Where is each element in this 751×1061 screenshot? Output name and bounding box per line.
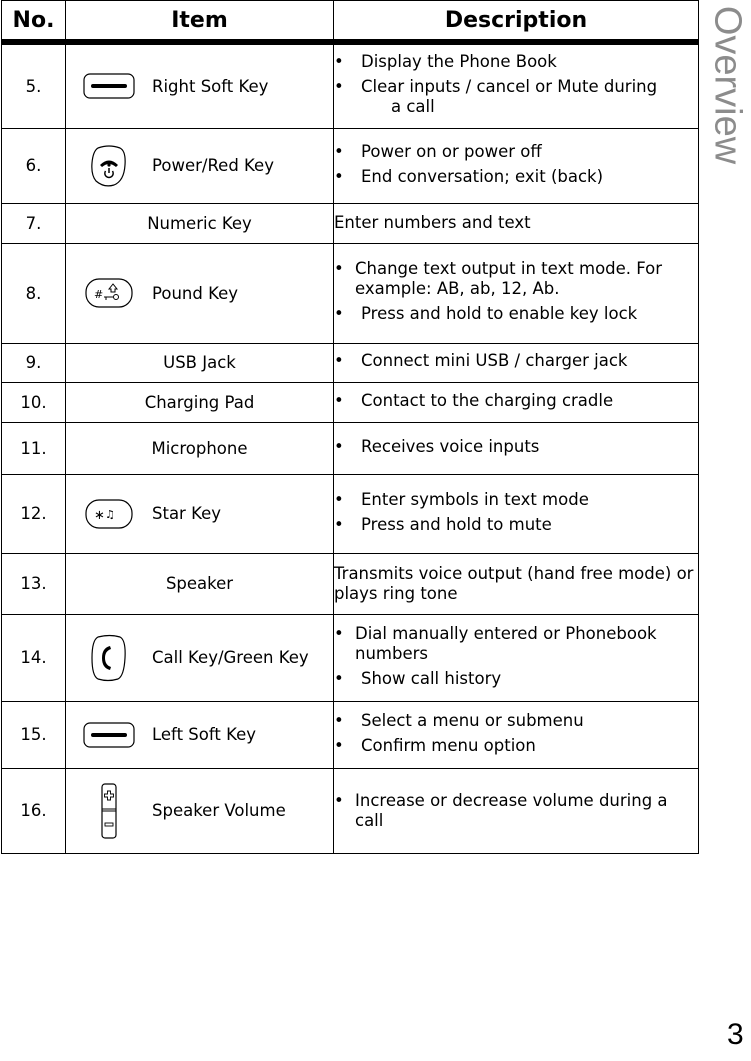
item-name: Star Key bbox=[152, 504, 221, 523]
row-number: 8. bbox=[1, 242, 66, 344]
description-bullet: Power on or power off bbox=[334, 142, 698, 162]
item-name: Call Key/Green Key bbox=[152, 648, 309, 667]
row-number: 11. bbox=[1, 421, 66, 475]
power-end-key-icon bbox=[66, 144, 152, 187]
section-tab: Overview bbox=[703, 2, 751, 167]
row-number: 12. bbox=[1, 473, 66, 554]
description-bullet: End conversation; exit (back) bbox=[334, 167, 698, 187]
header-item: Item bbox=[65, 0, 334, 45]
row-number: 5. bbox=[1, 41, 66, 129]
table-row: 8. # Pound Key Change text output in tex… bbox=[1, 242, 699, 344]
svg-text:♫: ♫ bbox=[105, 508, 115, 521]
row-number: 16. bbox=[1, 767, 66, 854]
header-description: Description bbox=[333, 0, 699, 45]
description-text: Transmits voice output (hand free mode) … bbox=[333, 552, 699, 615]
description-bullet: Clear inputs / cancel or Mute duringa ca… bbox=[334, 77, 698, 117]
svg-text:∗: ∗ bbox=[94, 508, 105, 523]
soft-key-icon bbox=[66, 73, 152, 99]
section-tab-label: Overview bbox=[706, 5, 749, 164]
description-bullet: Contact to the charging cradle bbox=[334, 391, 698, 411]
item-name: Numeric Key bbox=[65, 202, 334, 244]
table-row: 6. Power/Red Key Power on or power off E… bbox=[1, 127, 699, 204]
pound-key-icon: # bbox=[66, 278, 152, 308]
row-number: 7. bbox=[1, 202, 66, 244]
item-name: Speaker Volume bbox=[152, 801, 286, 820]
item-name: Pound Key bbox=[152, 283, 239, 303]
star-key-icon: ∗ ♫ bbox=[66, 498, 152, 529]
table-row: 16. Speaker Volume Increase or decrease … bbox=[1, 767, 699, 854]
item-name: Power/Red Key bbox=[152, 156, 274, 175]
table-row: 14. Call Key/Green Key Dial manually ent… bbox=[1, 613, 699, 702]
table-row: 10. Charging Pad Contact to the charging… bbox=[1, 381, 699, 423]
table-row: 11. Microphone Receives voice inputs bbox=[1, 421, 699, 475]
page-number: 3 bbox=[727, 1018, 744, 1051]
table-header-row: No. Item Description bbox=[1, 0, 699, 45]
keys-table: No. Item Description 5. Right Soft Key D… bbox=[1, 0, 699, 854]
description-bullet: Enter symbols in text mode bbox=[334, 490, 698, 510]
table-row: 5. Right Soft Key Display the Phone Book… bbox=[1, 41, 699, 129]
description-bullet: Connect mini USB / charger jack bbox=[334, 351, 698, 371]
description-bullet: Change text output in text mode. For exa… bbox=[334, 259, 698, 299]
row-number: 13. bbox=[1, 552, 66, 615]
item-name: USB Jack bbox=[65, 342, 334, 383]
soft-key-icon bbox=[66, 721, 152, 748]
row-number: 14. bbox=[1, 613, 66, 702]
description-bullet: Show call history bbox=[334, 669, 698, 689]
table-row: 9. USB Jack Connect mini USB / charger j… bbox=[1, 342, 699, 383]
item-name: Left Soft Key bbox=[152, 725, 257, 744]
item-name: Speaker bbox=[65, 552, 334, 615]
svg-text:#: # bbox=[94, 288, 103, 301]
volume-key-icon bbox=[66, 782, 152, 839]
table-row: 7. Numeric Key Enter numbers and text bbox=[1, 202, 699, 244]
item-name: Right Soft Key bbox=[152, 76, 269, 96]
header-no: No. bbox=[1, 0, 66, 45]
table-row: 12. ∗♫ Star Key Enter symbols in text mo… bbox=[1, 473, 699, 554]
row-number: 10. bbox=[1, 381, 66, 423]
description-bullet: Display the Phone Book bbox=[334, 52, 698, 72]
item-name: Charging Pad bbox=[65, 381, 334, 423]
description-bullet: Dial manually entered or Phonebook numbe… bbox=[334, 624, 698, 664]
description-text: Enter numbers and text bbox=[333, 202, 699, 244]
row-number: 9. bbox=[1, 342, 66, 383]
description-bullet: Receives voice inputs bbox=[334, 437, 698, 457]
description-bullet: Press and hold to mute bbox=[334, 515, 698, 535]
description-bullet: Increase or decrease volume during a cal… bbox=[334, 791, 698, 831]
description-bullet: Select a menu or submenu bbox=[334, 711, 698, 731]
table-row: 13. Speaker Transmits voice output (hand… bbox=[1, 552, 699, 615]
description-bullet: Press and hold to enable key lock bbox=[334, 304, 698, 324]
item-name: Microphone bbox=[65, 421, 334, 475]
description-bullet: Confirm menu option bbox=[334, 736, 698, 756]
row-number: 6. bbox=[1, 127, 66, 204]
row-number: 15. bbox=[1, 700, 66, 769]
call-key-icon bbox=[66, 634, 152, 682]
table-row: 15. Left Soft Key Select a menu or subme… bbox=[1, 700, 699, 769]
